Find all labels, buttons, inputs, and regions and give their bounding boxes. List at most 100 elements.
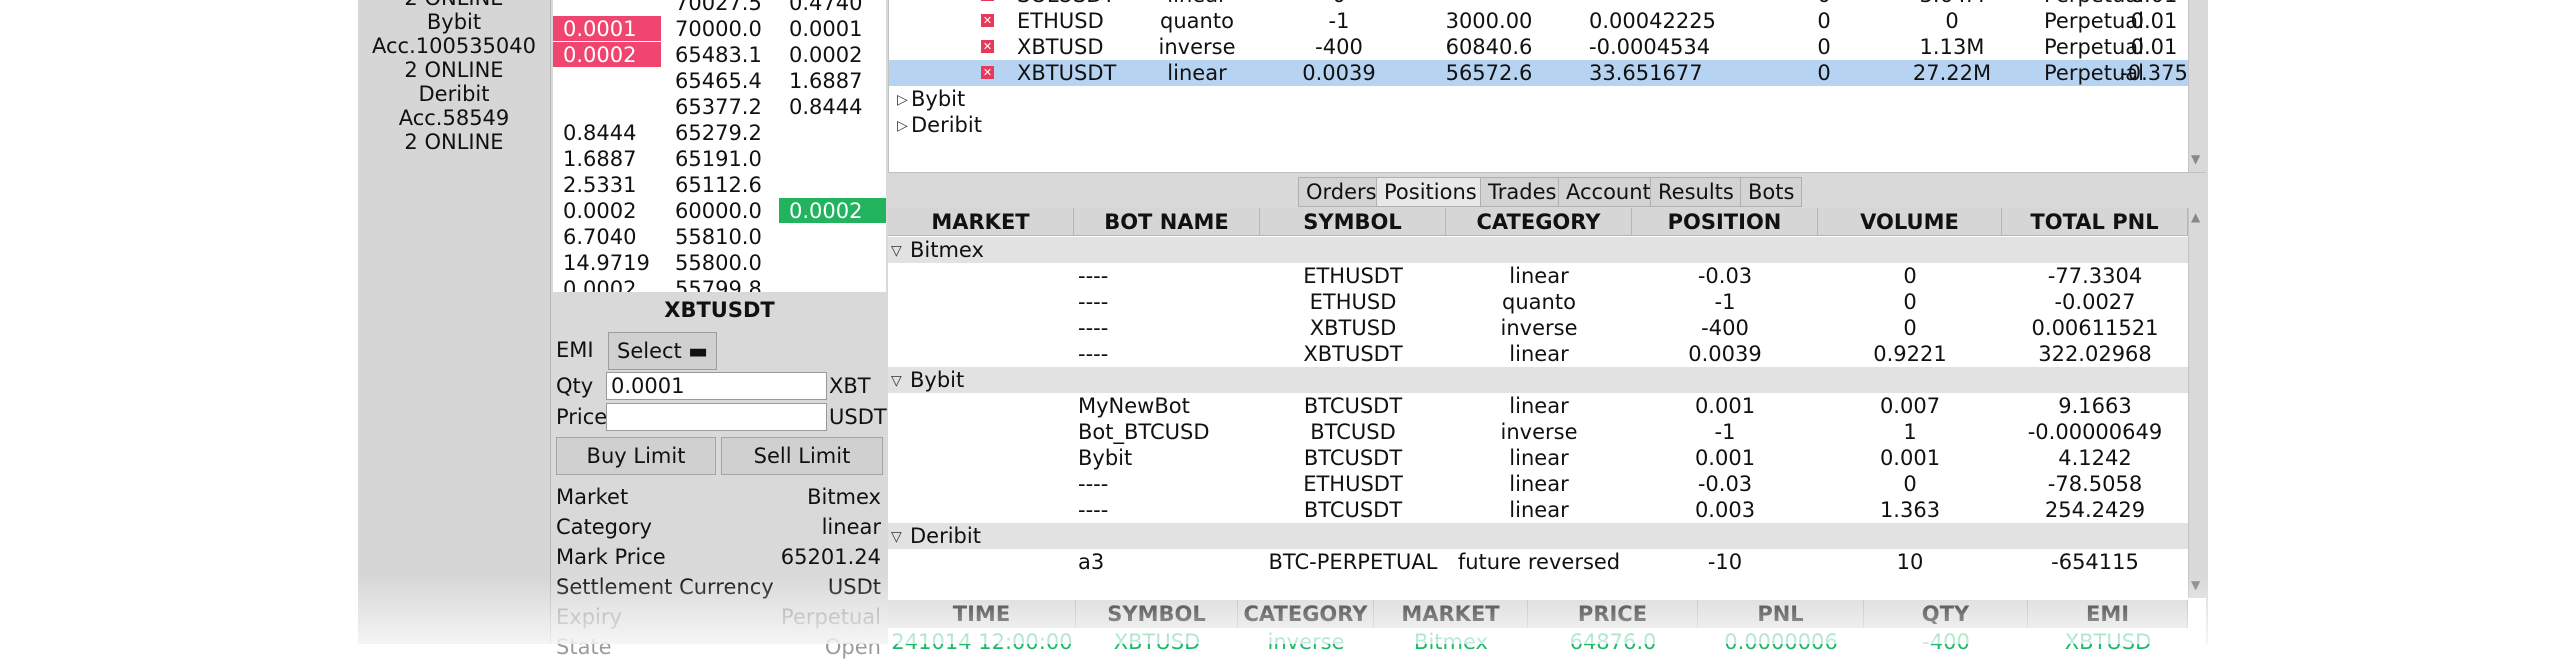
- collapse-arrow-icon: ▽: [891, 243, 902, 259]
- column-header[interactable]: BOT NAME: [1074, 208, 1260, 236]
- instruments-scrollbar[interactable]: ▼: [2188, 0, 2206, 172]
- scroll-up-icon[interactable]: ▲: [2191, 210, 2200, 224]
- cell-symbol: BTCUSDT: [1303, 394, 1403, 418]
- cell-position: -10: [1707, 550, 1743, 574]
- column-header[interactable]: CATEGORY: [1446, 208, 1632, 236]
- tree-group-bybit[interactable]: ▷ Bybit: [889, 86, 2189, 112]
- orderbook-row[interactable]: 1.6887 65191.0: [553, 146, 886, 172]
- column-header[interactable]: MARKET: [1374, 600, 1528, 628]
- table-row[interactable]: Bybit BTCUSDT linear 0.001 0.001 4.1242: [888, 445, 2188, 471]
- column-header[interactable]: QTY: [1864, 600, 2028, 628]
- orderbook-row[interactable]: 70027.5 0.4740: [553, 0, 886, 16]
- column-header[interactable]: SYMBOL: [1260, 208, 1446, 236]
- price-unit: USDT: [829, 405, 887, 429]
- column-header[interactable]: POSITION: [1632, 208, 1818, 236]
- close-icon[interactable]: ✕: [981, 40, 994, 53]
- buy-limit-button[interactable]: Buy Limit: [556, 437, 716, 475]
- cell-symbol: ETHUSDT: [1303, 472, 1403, 496]
- position-group[interactable]: ▽ Bitmex: [888, 237, 2188, 263]
- column-header[interactable]: MARKET: [888, 208, 1074, 236]
- cell-symbol: BTCUSDT: [1303, 446, 1403, 470]
- table-row[interactable]: a3 BTC-PERPETUAL future reversed -10 10 -6541…: [888, 549, 2188, 575]
- column-header[interactable]: TOTAL PNL: [2002, 208, 2188, 236]
- close-icon[interactable]: ✕: [981, 66, 994, 79]
- cell-volume: 0.9221: [1873, 342, 1947, 366]
- collapse-arrow-icon: ▽: [891, 529, 902, 545]
- tree-group-label: Bybit: [911, 87, 966, 111]
- instrument-turnover: 27.22M: [1912, 61, 1992, 85]
- table-row[interactable]: ---- ETHUSDT linear -0.03 0 -77.3304: [888, 263, 2188, 289]
- orderbook-size: 0.0002: [563, 199, 637, 223]
- trade-symbol-title: XBTUSDT: [664, 298, 775, 322]
- orderbook-price: 55810.0: [675, 225, 762, 249]
- info-key: State: [556, 635, 612, 659]
- column-header[interactable]: VOLUME: [1818, 208, 2002, 236]
- tab-orders[interactable]: Orders: [1298, 177, 1385, 207]
- column-header[interactable]: TIME: [888, 600, 1076, 628]
- tree-group-deribit[interactable]: ▷ Deribit: [889, 112, 2189, 138]
- orderbook-row[interactable]: 14.9719 55800.0: [553, 250, 886, 276]
- close-icon[interactable]: ✕: [981, 0, 994, 1]
- table-row[interactable]: MyNewBot BTCUSDT linear 0.001 0.007 9.1663: [888, 393, 2188, 419]
- column-header[interactable]: SYMBOL: [1076, 600, 1238, 628]
- table-row[interactable]: Bot_BTCUSD BTCUSD inverse -1 1 -0.00000649: [888, 419, 2188, 445]
- instrument-volume: 0: [1817, 61, 1831, 85]
- tab-results[interactable]: Results: [1650, 177, 1742, 207]
- info-key: Market: [556, 485, 629, 509]
- instrument-turnover: 0: [1945, 9, 1959, 33]
- instrument-price: 60840.6: [1445, 35, 1533, 59]
- position-group[interactable]: ▽ Deribit: [888, 523, 2188, 549]
- group-label: Bybit: [910, 368, 965, 392]
- orderbook-row[interactable]: 0.0002 60000.0 0.0002: [553, 198, 886, 224]
- instrument-volume: 0: [1817, 35, 1831, 59]
- instrument-row[interactable]: ✕ XBTUSDT linear 0.0039 56572.6 33.651677 0 27.…: [889, 60, 2189, 86]
- orderbook-price: 65465.4: [675, 69, 762, 93]
- orderbook-row[interactable]: 0.0001 70000.0 0.0001: [553, 16, 886, 42]
- tab-trades[interactable]: Trades: [1480, 177, 1565, 207]
- orderbook-row[interactable]: 65377.2 0.8444: [553, 94, 886, 120]
- orderbook-row[interactable]: 0.8444 65279.2: [553, 120, 886, 146]
- orderbook-row[interactable]: 6.7040 55810.0: [553, 224, 886, 250]
- table-row[interactable]: ---- ETHUSDT linear -0.03 0 -78.5058: [888, 471, 2188, 497]
- column-header[interactable]: EMI: [2028, 600, 2188, 628]
- cell-position: -0.03: [1697, 264, 1753, 288]
- tab-account[interactable]: Account: [1558, 177, 1659, 207]
- orderbook-size: [779, 172, 886, 197]
- cell-total-pnl: 254.2429: [2044, 498, 2146, 522]
- instrument-row[interactable]: ✕ ETHUSD quanto -1 3000.00 0.00042225 0 0 Perpet…: [889, 8, 2189, 34]
- table-row[interactable]: ---- XBTUSD inverse -400 0 0.00611521: [888, 315, 2188, 341]
- table-row[interactable]: ---- XBTUSDT linear 0.0039 0.9221 322.02968: [888, 341, 2188, 367]
- cell-volume: 0: [1903, 290, 1917, 314]
- position-group[interactable]: ▽ Bybit: [888, 367, 2188, 393]
- cell-volume: 10: [1896, 550, 1924, 574]
- instrument-volume: 0: [1769, 0, 1879, 8]
- price-input[interactable]: [606, 403, 827, 431]
- scroll-down-icon[interactable]: ▼: [2191, 578, 2200, 592]
- positions-scrollbar[interactable]: ▲ ▼: [2188, 208, 2206, 598]
- instrument-price: 3000.00: [1445, 9, 1533, 33]
- column-header[interactable]: CATEGORY: [1238, 600, 1374, 628]
- orderbook-row[interactable]: 0.0002 65483.1 0.0002: [553, 42, 886, 68]
- tab-positions[interactable]: Positions: [1376, 177, 1485, 207]
- table-row[interactable]: ---- ETHUSD quanto -1 0 -0.0027: [888, 289, 2188, 315]
- instrument-row[interactable]: ✕SOLUSDTlinear003.64MPerpetual0.01: [889, 0, 2189, 8]
- cell-bot-name: a3: [1078, 550, 1105, 574]
- scroll-down-icon[interactable]: ▼: [2191, 152, 2200, 166]
- close-icon[interactable]: ✕: [981, 14, 994, 27]
- cell-total-pnl: -0.00000649: [2027, 420, 2163, 444]
- column-header[interactable]: PNL: [1698, 600, 1864, 628]
- sell-limit-button[interactable]: Sell Limit: [721, 437, 883, 475]
- tab-bots[interactable]: Bots: [1740, 177, 1803, 207]
- orderbook-row[interactable]: 65465.4 1.6887: [553, 68, 886, 94]
- column-header[interactable]: PRICE: [1528, 600, 1698, 628]
- orderbook-row[interactable]: 2.5331 65112.6: [553, 172, 886, 198]
- qty-input[interactable]: 0.0001: [606, 372, 827, 400]
- cell-total-pnl: 322.02968: [2038, 342, 2152, 366]
- info-key: Mark Price: [556, 545, 666, 569]
- result-cell: 241014 12:00:00: [891, 630, 1073, 654]
- cell-volume: 0.001: [1879, 446, 1941, 470]
- emi-select[interactable]: Select ▬: [608, 332, 717, 370]
- instrument-row[interactable]: ✕ XBTUSD inverse -400 60840.6 -0.0004534 0 1.13…: [889, 34, 2189, 60]
- table-row[interactable]: ---- BTCUSDT linear 0.003 1.363 254.2429: [888, 497, 2188, 523]
- cell-category: linear: [1509, 342, 1569, 366]
